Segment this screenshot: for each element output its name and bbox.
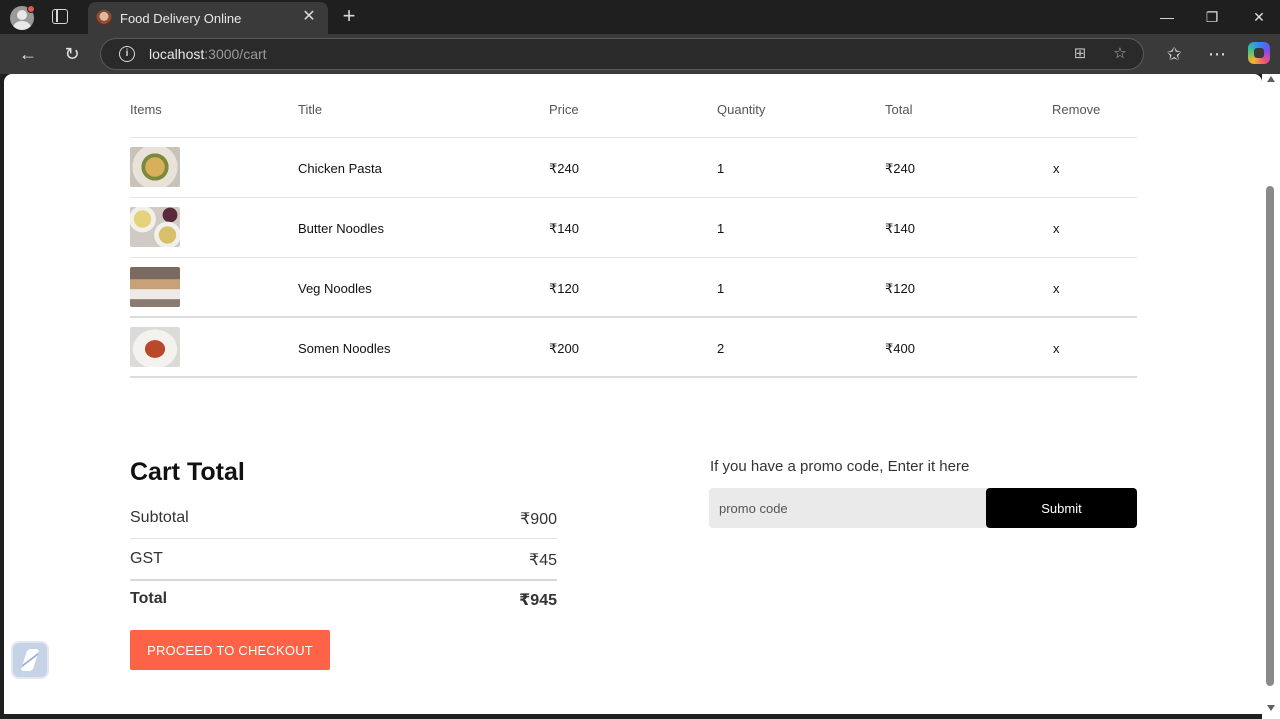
item-total: ₹140 [885, 221, 915, 236]
header-title: Title [298, 102, 323, 117]
header-quantity: Quantity [717, 102, 766, 117]
header-items: Items [130, 102, 162, 117]
header-remove: Remove [1052, 102, 1101, 117]
browser-toolbar: ← ↻ i localhost:3000/cart ⊞ ☆ ✩ ⋯ [0, 34, 1280, 74]
subtotal-label: Subtotal [130, 509, 189, 526]
url-text[interactable]: localhost:3000/cart [149, 46, 267, 62]
favorite-star-icon[interactable]: ☆ [1109, 43, 1131, 65]
item-price: ₹240 [549, 161, 579, 176]
tab-bar: Food Delivery Online ✕ + — ❐ ✕ [0, 0, 1280, 34]
app-available-icon[interactable]: ⊞ [1069, 43, 1091, 65]
tab-title: Food Delivery Online [120, 11, 242, 26]
profile-notification-dot [27, 5, 35, 13]
new-tab-icon[interactable]: + [339, 5, 359, 27]
copilot-icon[interactable] [1248, 42, 1270, 64]
item-title: Chicken Pasta [298, 161, 382, 176]
food-image-chicken-pasta [130, 147, 180, 187]
favicon-icon [96, 10, 112, 26]
minimize-icon[interactable]: — [1152, 6, 1182, 28]
remove-item-button[interactable]: x [1053, 161, 1060, 176]
item-quantity: 2 [717, 341, 725, 356]
item-total: ₹400 [885, 341, 915, 356]
item-total: ₹240 [885, 161, 915, 176]
divider [130, 579, 557, 581]
divider [130, 376, 1137, 378]
item-title: Somen Noodles [298, 341, 391, 356]
gst-value: ₹45 [529, 552, 557, 569]
address-bar[interactable]: i localhost:3000/cart ⊞ ☆ [100, 38, 1144, 70]
scroll-down-arrow-icon[interactable] [1267, 705, 1275, 711]
remove-item-button[interactable]: x [1053, 341, 1060, 356]
item-quantity: 1 [717, 281, 725, 296]
vertical-tabs-icon[interactable] [52, 9, 68, 24]
vertical-scrollbar[interactable] [1262, 74, 1280, 719]
close-tab-icon[interactable]: ✕ [300, 8, 318, 26]
header-price: Price [549, 102, 579, 117]
divider [130, 257, 1137, 258]
remove-item-button[interactable]: x [1053, 221, 1060, 236]
divider [130, 316, 1137, 318]
food-image-veg-noodles [130, 267, 180, 307]
item-title: Veg Noodles [298, 281, 372, 296]
proceed-to-checkout-button[interactable]: PROCEED TO CHECKOUT [130, 630, 330, 670]
total-label: Total [130, 590, 168, 607]
back-icon[interactable]: ← [16, 42, 40, 66]
item-price: ₹140 [549, 221, 579, 236]
item-title: Butter Noodles [298, 221, 384, 236]
promo-code-input[interactable] [709, 488, 989, 528]
item-quantity: 1 [717, 221, 725, 236]
cart-total-heading: Cart Total [130, 458, 245, 486]
scrollbar-thumb[interactable] [1266, 186, 1274, 686]
floating-extension-icon[interactable] [11, 641, 49, 679]
divider [130, 137, 1137, 138]
item-price: ₹200 [549, 341, 579, 356]
food-image-butter-noodles [130, 207, 180, 247]
close-window-icon[interactable]: ✕ [1244, 6, 1274, 28]
page-viewport: Items Title Price Quantity Total Remove … [4, 74, 1262, 714]
gst-label: GST [130, 550, 163, 567]
more-options-icon[interactable]: ⋯ [1205, 42, 1229, 66]
favorites-icon[interactable]: ✩ [1162, 42, 1186, 66]
site-info-icon[interactable]: i [119, 46, 135, 62]
subtotal-value: ₹900 [520, 511, 557, 528]
food-image-somen-noodles [130, 327, 180, 367]
tab-food-delivery[interactable]: Food Delivery Online ✕ [88, 2, 328, 34]
item-quantity: 1 [717, 161, 725, 176]
remove-item-button[interactable]: x [1053, 281, 1060, 296]
window-bottom-edge [0, 714, 1262, 719]
total-value: ₹945 [519, 592, 557, 609]
restore-icon[interactable]: ❐ [1197, 6, 1227, 28]
divider [130, 538, 557, 539]
divider [130, 197, 1137, 198]
item-price: ₹120 [549, 281, 579, 296]
item-total: ₹120 [885, 281, 915, 296]
refresh-icon[interactable]: ↻ [60, 42, 84, 66]
header-total: Total [885, 102, 913, 117]
promo-submit-button[interactable]: Submit [986, 488, 1137, 528]
promo-code-prompt: If you have a promo code, Enter it here [710, 458, 970, 475]
scroll-up-arrow-icon[interactable] [1267, 76, 1275, 82]
